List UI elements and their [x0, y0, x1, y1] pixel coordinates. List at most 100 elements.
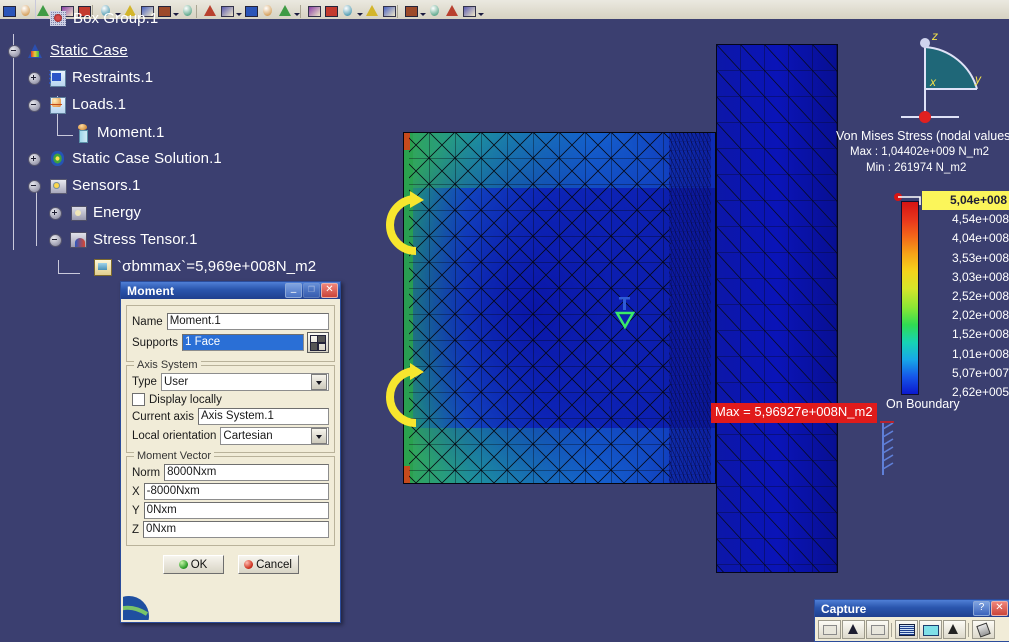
tree-item-label: Static Case	[50, 41, 128, 59]
pixel-mode-icon[interactable]	[818, 620, 841, 639]
close-button[interactable]: ✕	[991, 601, 1008, 616]
maximize-button[interactable]: ❐	[303, 283, 320, 298]
legend-value: 3,03e+008	[951, 269, 1009, 284]
tree-item-label: `σbmmax`=5,969e+008N_m2	[117, 257, 317, 275]
tree-item-sensor-value[interactable]: `σbmmax`=5,969e+008N_m2	[93, 254, 316, 278]
restraints-icon	[48, 68, 67, 87]
type-label: Type	[132, 376, 157, 388]
album-icon[interactable]	[943, 620, 966, 639]
tree-item-label: Stress Tensor.1	[93, 230, 198, 248]
tree-item-moment[interactable]: Moment.1	[73, 120, 165, 144]
legend-value: 2,02e+008	[951, 308, 1009, 323]
face-picker-icon[interactable]	[307, 332, 329, 353]
tree-item-static-case[interactable]: Static Case	[26, 38, 128, 62]
axis-label-x: x	[930, 75, 936, 89]
current-axis-input[interactable]: Axis System.1	[198, 408, 329, 425]
close-button[interactable]: ✕	[321, 283, 338, 298]
loads-icon	[48, 95, 67, 114]
tree-item-static-case-solution[interactable]: Static Case Solution.1	[48, 146, 222, 170]
display-locally-label: Display locally	[149, 393, 222, 406]
legend-title: Von Mises Stress (nodal values)	[836, 129, 1009, 143]
cancel-indicator-icon	[244, 560, 254, 569]
norm-input[interactable]: 8000Nxm	[164, 464, 329, 481]
cancel-button[interactable]: Cancel	[237, 555, 299, 574]
capture-dialog-titlebar[interactable]: Capture ? ✕	[815, 600, 1009, 617]
tree-item-sensors[interactable]: Sensors.1	[48, 173, 140, 197]
legend-max: Max : 1,04402e+009 N_m2	[850, 146, 990, 158]
axis-compass[interactable]: z x y	[885, 19, 995, 132]
sensor-value-icon	[93, 257, 112, 276]
tree-toggle-loads[interactable]	[28, 99, 41, 112]
stress-tensor-icon	[69, 230, 88, 249]
options-icon[interactable]	[972, 620, 995, 639]
solution-icon	[48, 149, 67, 168]
ok-label: OK	[190, 558, 208, 571]
capture-toolbar[interactable]	[815, 617, 1009, 639]
tree-toggle-restraints[interactable]	[28, 72, 41, 85]
legend-value: 4,54e+008	[951, 212, 1009, 227]
tree-toggle-sensors[interactable]	[28, 180, 41, 193]
tree-item-loads[interactable]: Loads.1	[48, 92, 126, 116]
chevron-down-icon[interactable]	[311, 374, 327, 390]
energy-icon	[69, 203, 88, 222]
preview-icon[interactable]	[919, 620, 942, 639]
capture-icon[interactable]	[895, 620, 918, 639]
moment-vector-group: Moment Vector Norm 8000Nxm X -8000Nxm Y …	[126, 450, 335, 546]
tree-toggle-static-case[interactable]	[8, 45, 21, 58]
local-orientation-select[interactable]: Cartesian	[220, 427, 329, 445]
tree-item-label: Energy	[93, 203, 142, 221]
tree-item-box-group[interactable]: Box Group.1	[49, 6, 158, 30]
display-locally-checkbox[interactable]	[132, 393, 145, 406]
local-orientation-label: Local orientation	[132, 430, 217, 442]
tree-item-stress-tensor[interactable]: Stress Tensor.1	[69, 227, 198, 251]
section-icon[interactable]	[427, 3, 442, 18]
static-case-icon	[26, 41, 45, 60]
tree-item-label: Restraints.1	[72, 68, 154, 86]
type-select[interactable]: User	[160, 373, 329, 391]
supports-input[interactable]: 1 Face	[182, 334, 304, 351]
chevron-down-icon[interactable]	[419, 5, 426, 19]
vector-mode-icon[interactable]	[842, 620, 865, 639]
hide-show-icon[interactable]	[444, 3, 459, 18]
swap-icon[interactable]	[461, 3, 476, 18]
current-axis-label: Current axis	[132, 410, 194, 423]
tree-toggle-energy[interactable]	[49, 207, 62, 220]
moment-dialog[interactable]: Moment – ❐ ✕ Name Moment.1 Supports 1 Fa…	[120, 281, 341, 623]
minimize-button[interactable]: –	[285, 283, 302, 298]
tree-item-label: Moment.1	[97, 123, 165, 141]
tree-item-label: Sensors.1	[72, 176, 141, 194]
moment-dialog-titlebar[interactable]: Moment – ❐ ✕	[121, 282, 340, 299]
select-area-icon[interactable]	[866, 620, 889, 639]
x-label: X	[132, 485, 140, 498]
tree-item-restraints[interactable]: Restraints.1	[48, 65, 153, 89]
y-input[interactable]: 0Nxm	[143, 502, 329, 519]
plate-mesh-model[interactable]	[403, 132, 716, 484]
name-input[interactable]: Moment.1	[166, 313, 329, 330]
y-label: Y	[132, 504, 140, 517]
axis-label-y: y	[975, 72, 981, 86]
z-input[interactable]: 0Nxm	[143, 521, 329, 538]
moment-icon	[73, 123, 92, 143]
ok-button[interactable]: OK	[162, 555, 224, 574]
support-block-model[interactable]	[716, 44, 838, 573]
tree-connector	[13, 34, 14, 250]
help-button[interactable]: ?	[973, 601, 990, 616]
type-value: User	[163, 376, 189, 388]
capture-dialog[interactable]: Capture ? ✕	[814, 599, 1009, 642]
load-symbol	[614, 297, 636, 330]
toolbar-separator	[967, 622, 971, 637]
tree-toggle-stress-tensor[interactable]	[49, 234, 62, 247]
tree-toggle-solution[interactable]	[28, 153, 41, 166]
legend-value: 1,52e+008	[951, 327, 1009, 342]
legend-value: 2,52e+008	[951, 288, 1009, 303]
x-input[interactable]: -8000Nxm	[143, 483, 329, 500]
chevron-down-icon[interactable]	[311, 428, 327, 444]
norm-label: Norm	[132, 466, 161, 479]
tree-connector	[35, 18, 49, 19]
legend-value: 1,01e+008	[951, 346, 1009, 361]
specification-tree[interactable]: Box Group.1 Static Case Restraints.1 Loa…	[0, 0, 420, 280]
chevron-down-icon[interactable]	[477, 5, 484, 19]
tree-item-energy[interactable]: Energy	[69, 200, 141, 224]
legend-value: 4,04e+008	[951, 231, 1009, 246]
moment-arrow-lower	[386, 363, 424, 427]
